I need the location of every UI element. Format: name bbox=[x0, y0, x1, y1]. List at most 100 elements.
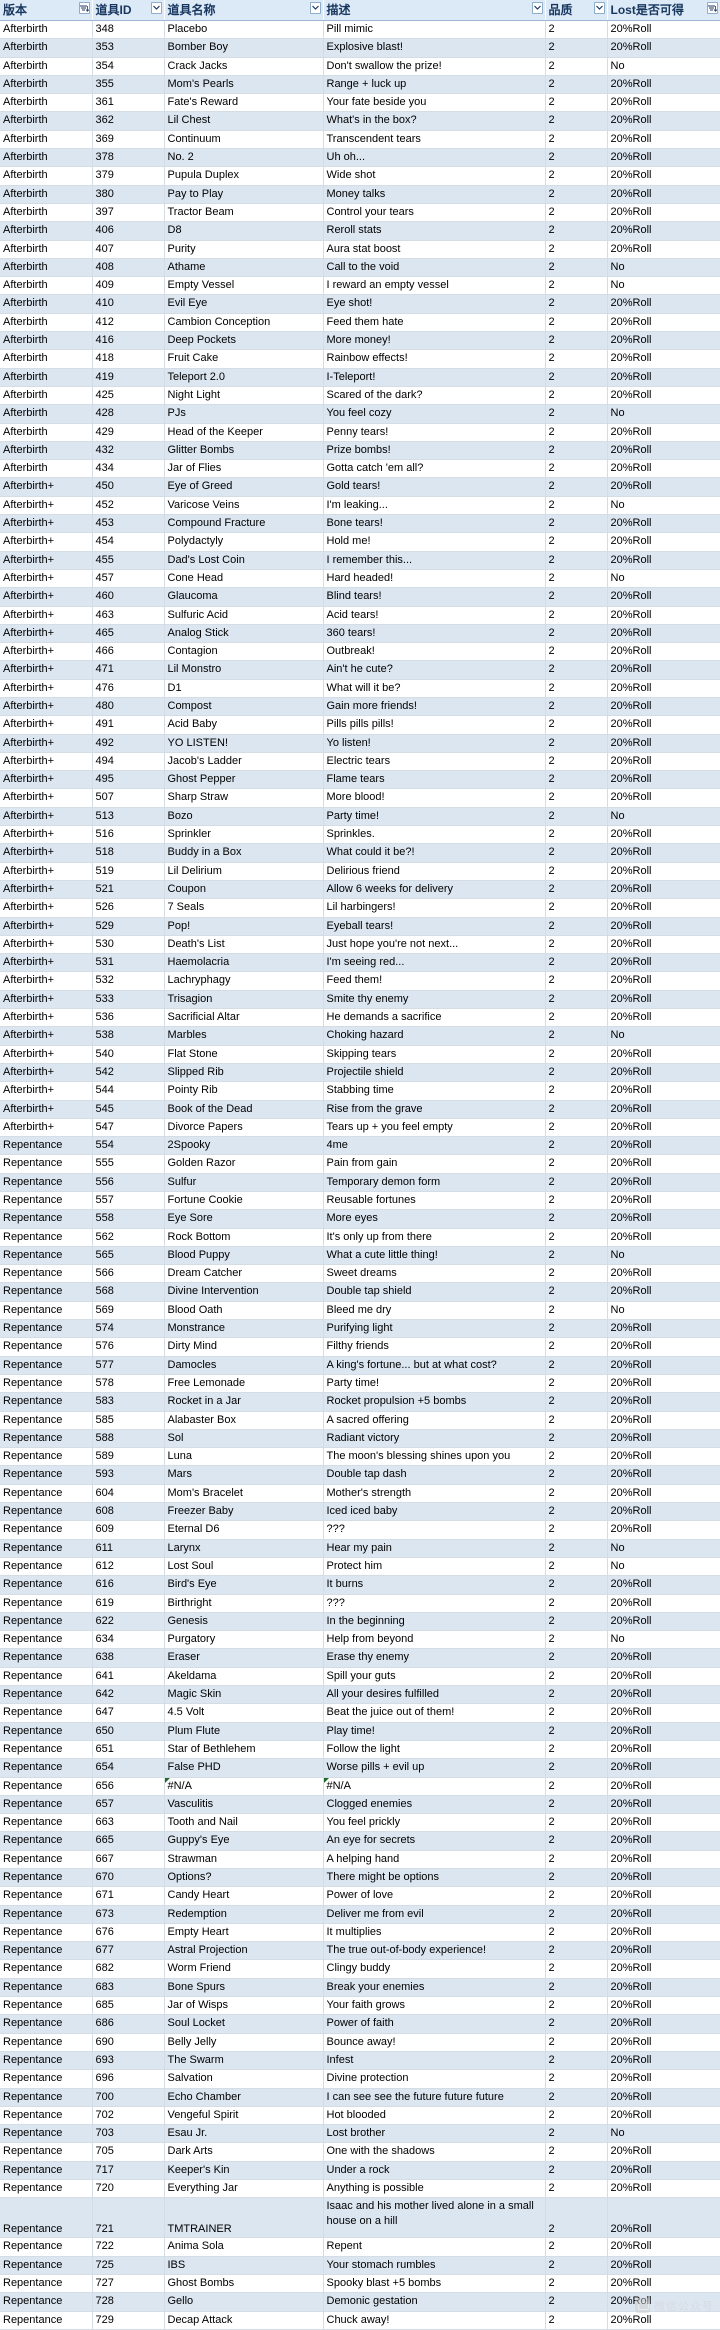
table-row[interactable]: Repentance 720 Everything Jar Anything is p… bbox=[0, 2179, 720, 2199]
cell-lost[interactable]: 20%Roll bbox=[607, 2014, 720, 2034]
cell-quality[interactable]: 2 bbox=[545, 1246, 608, 1266]
cell-desc[interactable]: Purifying light bbox=[323, 1319, 546, 1339]
cell-quality[interactable]: 2 bbox=[545, 57, 608, 76]
cell-name[interactable]: Tractor Beam bbox=[164, 203, 324, 223]
cell-version[interactable]: Afterbirth+ bbox=[0, 624, 93, 644]
cell-lost[interactable]: 20%Roll bbox=[607, 1081, 720, 1101]
cell-name[interactable]: Buddy in a Box bbox=[164, 843, 324, 863]
cell-id[interactable]: 507 bbox=[92, 788, 165, 808]
cell-quality[interactable]: 2 bbox=[545, 551, 608, 570]
cell-name[interactable]: Acid Baby bbox=[164, 715, 324, 735]
cell-name[interactable]: Head of the Keeper bbox=[164, 423, 324, 442]
cell-name[interactable]: Empty Vessel bbox=[164, 276, 324, 296]
cell-name[interactable]: Damocles bbox=[164, 1356, 324, 1375]
cell-lost[interactable]: 20%Roll bbox=[607, 1209, 720, 1229]
cell-lost[interactable]: 20%Roll bbox=[607, 880, 720, 900]
cell-version[interactable]: Repentance bbox=[0, 2197, 93, 2239]
cell-id[interactable]: 516 bbox=[92, 825, 165, 845]
cell-lost[interactable]: 20%Roll bbox=[607, 1941, 720, 1961]
cell-desc[interactable]: Hear my pain bbox=[323, 1539, 546, 1558]
cell-desc[interactable]: Power of love bbox=[323, 1886, 546, 1906]
cell-desc[interactable]: Reroll stats bbox=[323, 221, 546, 241]
cell-desc[interactable]: Scared of the dark? bbox=[323, 386, 546, 406]
cell-desc[interactable]: The true out-of-body experience! bbox=[323, 1941, 546, 1961]
table-row[interactable]: Afterbirth+ 518 Buddy in a Box What could i… bbox=[0, 843, 720, 863]
cell-name[interactable]: YO LISTEN! bbox=[164, 734, 324, 753]
cell-id[interactable]: 538 bbox=[92, 1026, 165, 1046]
cell-quality[interactable]: 2 bbox=[545, 1978, 608, 1998]
cell-desc[interactable]: Electric tears bbox=[323, 752, 546, 772]
cell-lost[interactable]: 20%Roll bbox=[607, 2033, 720, 2052]
cell-id[interactable]: 578 bbox=[92, 1374, 165, 1394]
cell-id[interactable]: 495 bbox=[92, 770, 165, 790]
cell-desc[interactable]: Flame tears bbox=[323, 770, 546, 790]
cell-lost[interactable]: 20%Roll bbox=[607, 313, 720, 333]
table-row[interactable]: Repentance 641 Akeldama Spill your guts 2 20%… bbox=[0, 1667, 720, 1687]
cell-id[interactable]: 616 bbox=[92, 1575, 165, 1595]
cell-lost[interactable]: 20%Roll bbox=[607, 1923, 720, 1943]
cell-lost[interactable]: 20%Roll bbox=[607, 2106, 720, 2126]
cell-quality[interactable]: 2 bbox=[545, 1282, 608, 1302]
cell-lost[interactable]: 20%Roll bbox=[607, 1264, 720, 1284]
cell-quality[interactable]: 2 bbox=[545, 1612, 608, 1632]
cell-id[interactable]: 650 bbox=[92, 1722, 165, 1741]
cell-version[interactable]: Repentance bbox=[0, 1831, 93, 1851]
cell-id[interactable]: 429 bbox=[92, 423, 165, 442]
table-row[interactable]: Afterbirth+ 540 Flat Stone Skipping tears 2 2… bbox=[0, 1045, 720, 1064]
cell-id[interactable]: 721 bbox=[92, 2197, 165, 2239]
cell-lost[interactable]: 20%Roll bbox=[607, 331, 720, 351]
cell-desc[interactable]: I reward an empty vessel bbox=[323, 276, 546, 296]
cell-quality[interactable]: 2 bbox=[545, 679, 608, 698]
cell-quality[interactable]: 2 bbox=[545, 1447, 608, 1467]
table-row[interactable]: Repentance 667 Strawman A helping hand 2 20%R… bbox=[0, 1850, 720, 1869]
cell-lost[interactable]: 20%Roll bbox=[607, 2069, 720, 2089]
cell-id[interactable]: 418 bbox=[92, 349, 165, 369]
cell-name[interactable]: Coupon bbox=[164, 880, 324, 900]
cell-name[interactable]: Bomber Boy bbox=[164, 38, 324, 58]
cell-desc[interactable]: Your stomach rumbles bbox=[323, 2256, 546, 2275]
cell-quality[interactable]: 2 bbox=[545, 294, 608, 314]
cell-quality[interactable]: 2 bbox=[545, 1264, 608, 1284]
cell-id[interactable]: 562 bbox=[92, 1228, 165, 1247]
cell-id[interactable]: 355 bbox=[92, 75, 165, 95]
cell-desc[interactable]: Reusable fortunes bbox=[323, 1191, 546, 1211]
table-row[interactable]: Afterbirth+ 452 Varicose Veins I'm leaking.… bbox=[0, 496, 720, 516]
cell-name[interactable]: Tooth and Nail bbox=[164, 1813, 324, 1833]
cell-id[interactable]: 676 bbox=[92, 1923, 165, 1943]
cell-desc[interactable]: Follow the light bbox=[323, 1740, 546, 1760]
table-row[interactable]: Afterbirth 379 Pupula Duplex Wide shot 2 20%R… bbox=[0, 166, 720, 186]
cell-id[interactable]: 526 bbox=[92, 898, 165, 918]
cell-version[interactable]: Afterbirth+ bbox=[0, 1081, 93, 1101]
cell-quality[interactable]: 2 bbox=[545, 788, 608, 808]
table-row[interactable]: Repentance 650 Plum Flute Play time! 2 20%Rol… bbox=[0, 1722, 720, 1741]
table-row[interactable]: Repentance 565 Blood Puppy What a cute litt… bbox=[0, 1246, 720, 1266]
cell-id[interactable]: 577 bbox=[92, 1356, 165, 1375]
cell-version[interactable]: Repentance bbox=[0, 1868, 93, 1888]
cell-desc[interactable]: 4me bbox=[323, 1136, 546, 1156]
cell-lost[interactable]: 20%Roll bbox=[607, 935, 720, 955]
cell-quality[interactable]: 2 bbox=[545, 1831, 608, 1851]
cell-name[interactable]: Fruit Cake bbox=[164, 349, 324, 369]
cell-name[interactable]: Magic Skin bbox=[164, 1685, 324, 1705]
cell-id[interactable]: 647 bbox=[92, 1703, 165, 1723]
table-row[interactable]: Afterbirth 361 Fate's Reward Your fate besi… bbox=[0, 93, 720, 113]
cell-lost[interactable]: 20%Roll bbox=[607, 606, 720, 625]
cell-version[interactable]: Afterbirth bbox=[0, 185, 93, 204]
cell-lost[interactable]: 20%Roll bbox=[607, 1850, 720, 1869]
cell-version[interactable]: Afterbirth+ bbox=[0, 788, 93, 808]
cell-id[interactable]: 533 bbox=[92, 990, 165, 1010]
cell-version[interactable]: Repentance bbox=[0, 2179, 93, 2199]
cell-desc[interactable]: I can see see the future future future bbox=[323, 2088, 546, 2107]
cell-lost[interactable]: 20%Roll bbox=[607, 1282, 720, 1302]
cell-version[interactable]: Repentance bbox=[0, 1941, 93, 1961]
cell-quality[interactable]: 2 bbox=[545, 1026, 608, 1046]
table-row[interactable]: Repentance 576 Dirty Mind Filthy friends 2 20… bbox=[0, 1337, 720, 1357]
table-row[interactable]: Afterbirth+ 450 Eye of Greed Gold tears! 2 20… bbox=[0, 477, 720, 497]
cell-lost[interactable]: 20%Roll bbox=[607, 679, 720, 698]
cell-id[interactable]: 611 bbox=[92, 1539, 165, 1558]
cell-desc[interactable]: Lost brother bbox=[323, 2124, 546, 2144]
table-row[interactable]: Afterbirth+ 531 Haemolacria I'm seeing red.… bbox=[0, 953, 720, 973]
cell-name[interactable]: Pop! bbox=[164, 917, 324, 936]
cell-quality[interactable]: 2 bbox=[545, 1575, 608, 1595]
cell-version[interactable]: Repentance bbox=[0, 1667, 93, 1687]
